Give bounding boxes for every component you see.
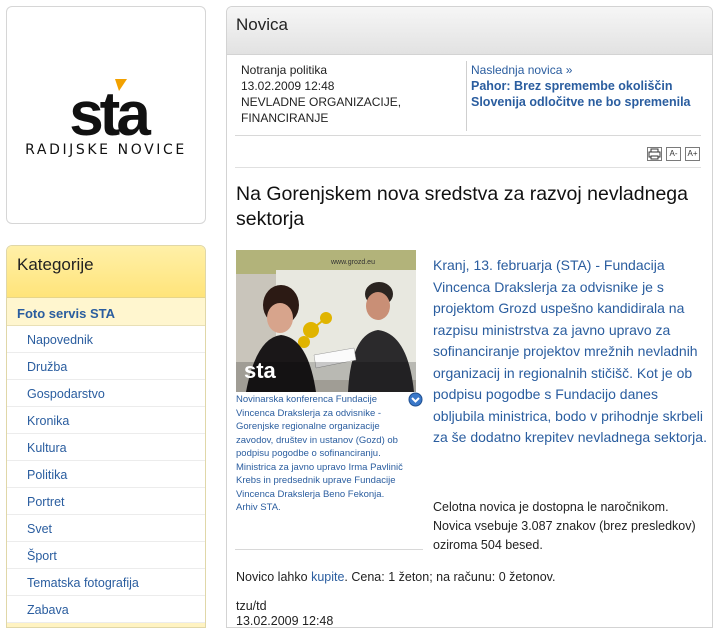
buy-link[interactable]: kupite (311, 570, 344, 584)
meta-datetime: 13.02.2009 12:48 (241, 79, 335, 93)
article-photo[interactable]: www.grozd.eu sta (236, 250, 416, 392)
categories-title: Kategorije (7, 246, 205, 298)
categories-panel: Kategorije Foto servis STA Napovednik Dr… (6, 245, 206, 628)
meta-section: Notranja politika (241, 63, 328, 77)
purchase-line: Novico lahko kupite. Cena: 1 žeton; na r… (236, 570, 706, 584)
article-panel: Novica Notranja politika 13.02.2009 12:4… (226, 6, 713, 628)
subscriber-notice: Celotna novica je dostopna le naročnikom… (433, 500, 696, 552)
article-meta: Notranja politika 13.02.2009 12:48 NEVLA… (241, 62, 441, 126)
logo-box[interactable]: sta RADIJSKE NOVICE (6, 6, 206, 224)
zoom-icon[interactable] (408, 392, 423, 407)
purchase-prefix: Novico lahko (236, 570, 308, 584)
meta-separator (466, 61, 467, 131)
photo-caption: Novinarska konferenca Fundacije Vincenca… (236, 393, 406, 515)
article-tools: A- A+ (647, 147, 700, 161)
meta-tags: NEVLADNE ORGANIZACIJE, FINANCIRANJE (241, 95, 402, 125)
category-item[interactable]: Politika (7, 461, 205, 488)
divider (235, 135, 701, 136)
photo-credit: Arhiv STA. (236, 502, 281, 513)
svg-text:sta: sta (69, 80, 151, 147)
article-signature: tzu/td 13.02.2009 12:48 (236, 599, 334, 628)
divider (235, 549, 423, 550)
print-icon[interactable] (647, 147, 662, 161)
category-item[interactable]: Tematska fotografija (7, 569, 205, 596)
category-list: Napovednik Družba Gospodarstvo Kronika K… (7, 326, 205, 623)
category-item[interactable]: Zabava (7, 596, 205, 623)
category-item[interactable]: Kronika (7, 407, 205, 434)
category-item[interactable]: Gospodarstvo (7, 380, 205, 407)
panel-title: Novica (227, 7, 712, 55)
category-item[interactable]: Šport (7, 542, 205, 569)
sta-logo: sta (69, 79, 155, 147)
category-item[interactable]: Svet (7, 515, 205, 542)
category-item[interactable]: Napovednik (7, 326, 205, 353)
svg-text:www.grozd.eu: www.grozd.eu (330, 259, 375, 266)
category-item[interactable]: Kultura (7, 434, 205, 461)
font-larger-button[interactable]: A+ (685, 147, 700, 161)
categories-bottom-strip (7, 623, 205, 627)
signature-author: tzu/td (236, 599, 267, 613)
next-article: Naslednja novica » Pahor: Brez spremembe… (471, 62, 701, 110)
article-lead: Kranj, 13. februarja (STA) - Fundacija V… (433, 257, 707, 445)
svg-text:sta: sta (244, 358, 277, 383)
font-smaller-button[interactable]: A- (666, 147, 681, 161)
article-headline: Na Gorenjskem nova sredstva za razvoj ne… (236, 183, 688, 230)
purchase-suffix: . Cena: 1 žeton; na računu: 0 žetonov. (344, 570, 556, 584)
category-item[interactable]: Družba (7, 353, 205, 380)
category-item[interactable]: Portret (7, 488, 205, 515)
next-article-label[interactable]: Naslednja novica » (471, 62, 701, 78)
divider (235, 167, 701, 168)
next-article-title-link[interactable]: Pahor: Brez spremembe okoliščin Slovenij… (471, 78, 701, 110)
signature-datetime: 13.02.2009 12:48 (236, 614, 334, 628)
logo-subtitle: RADIJSKE NOVICE (25, 142, 187, 158)
photo-caption-text: Novinarska konferenca Fundacije Vincenca… (236, 394, 403, 500)
category-featured-link[interactable]: Foto servis STA (7, 298, 205, 326)
